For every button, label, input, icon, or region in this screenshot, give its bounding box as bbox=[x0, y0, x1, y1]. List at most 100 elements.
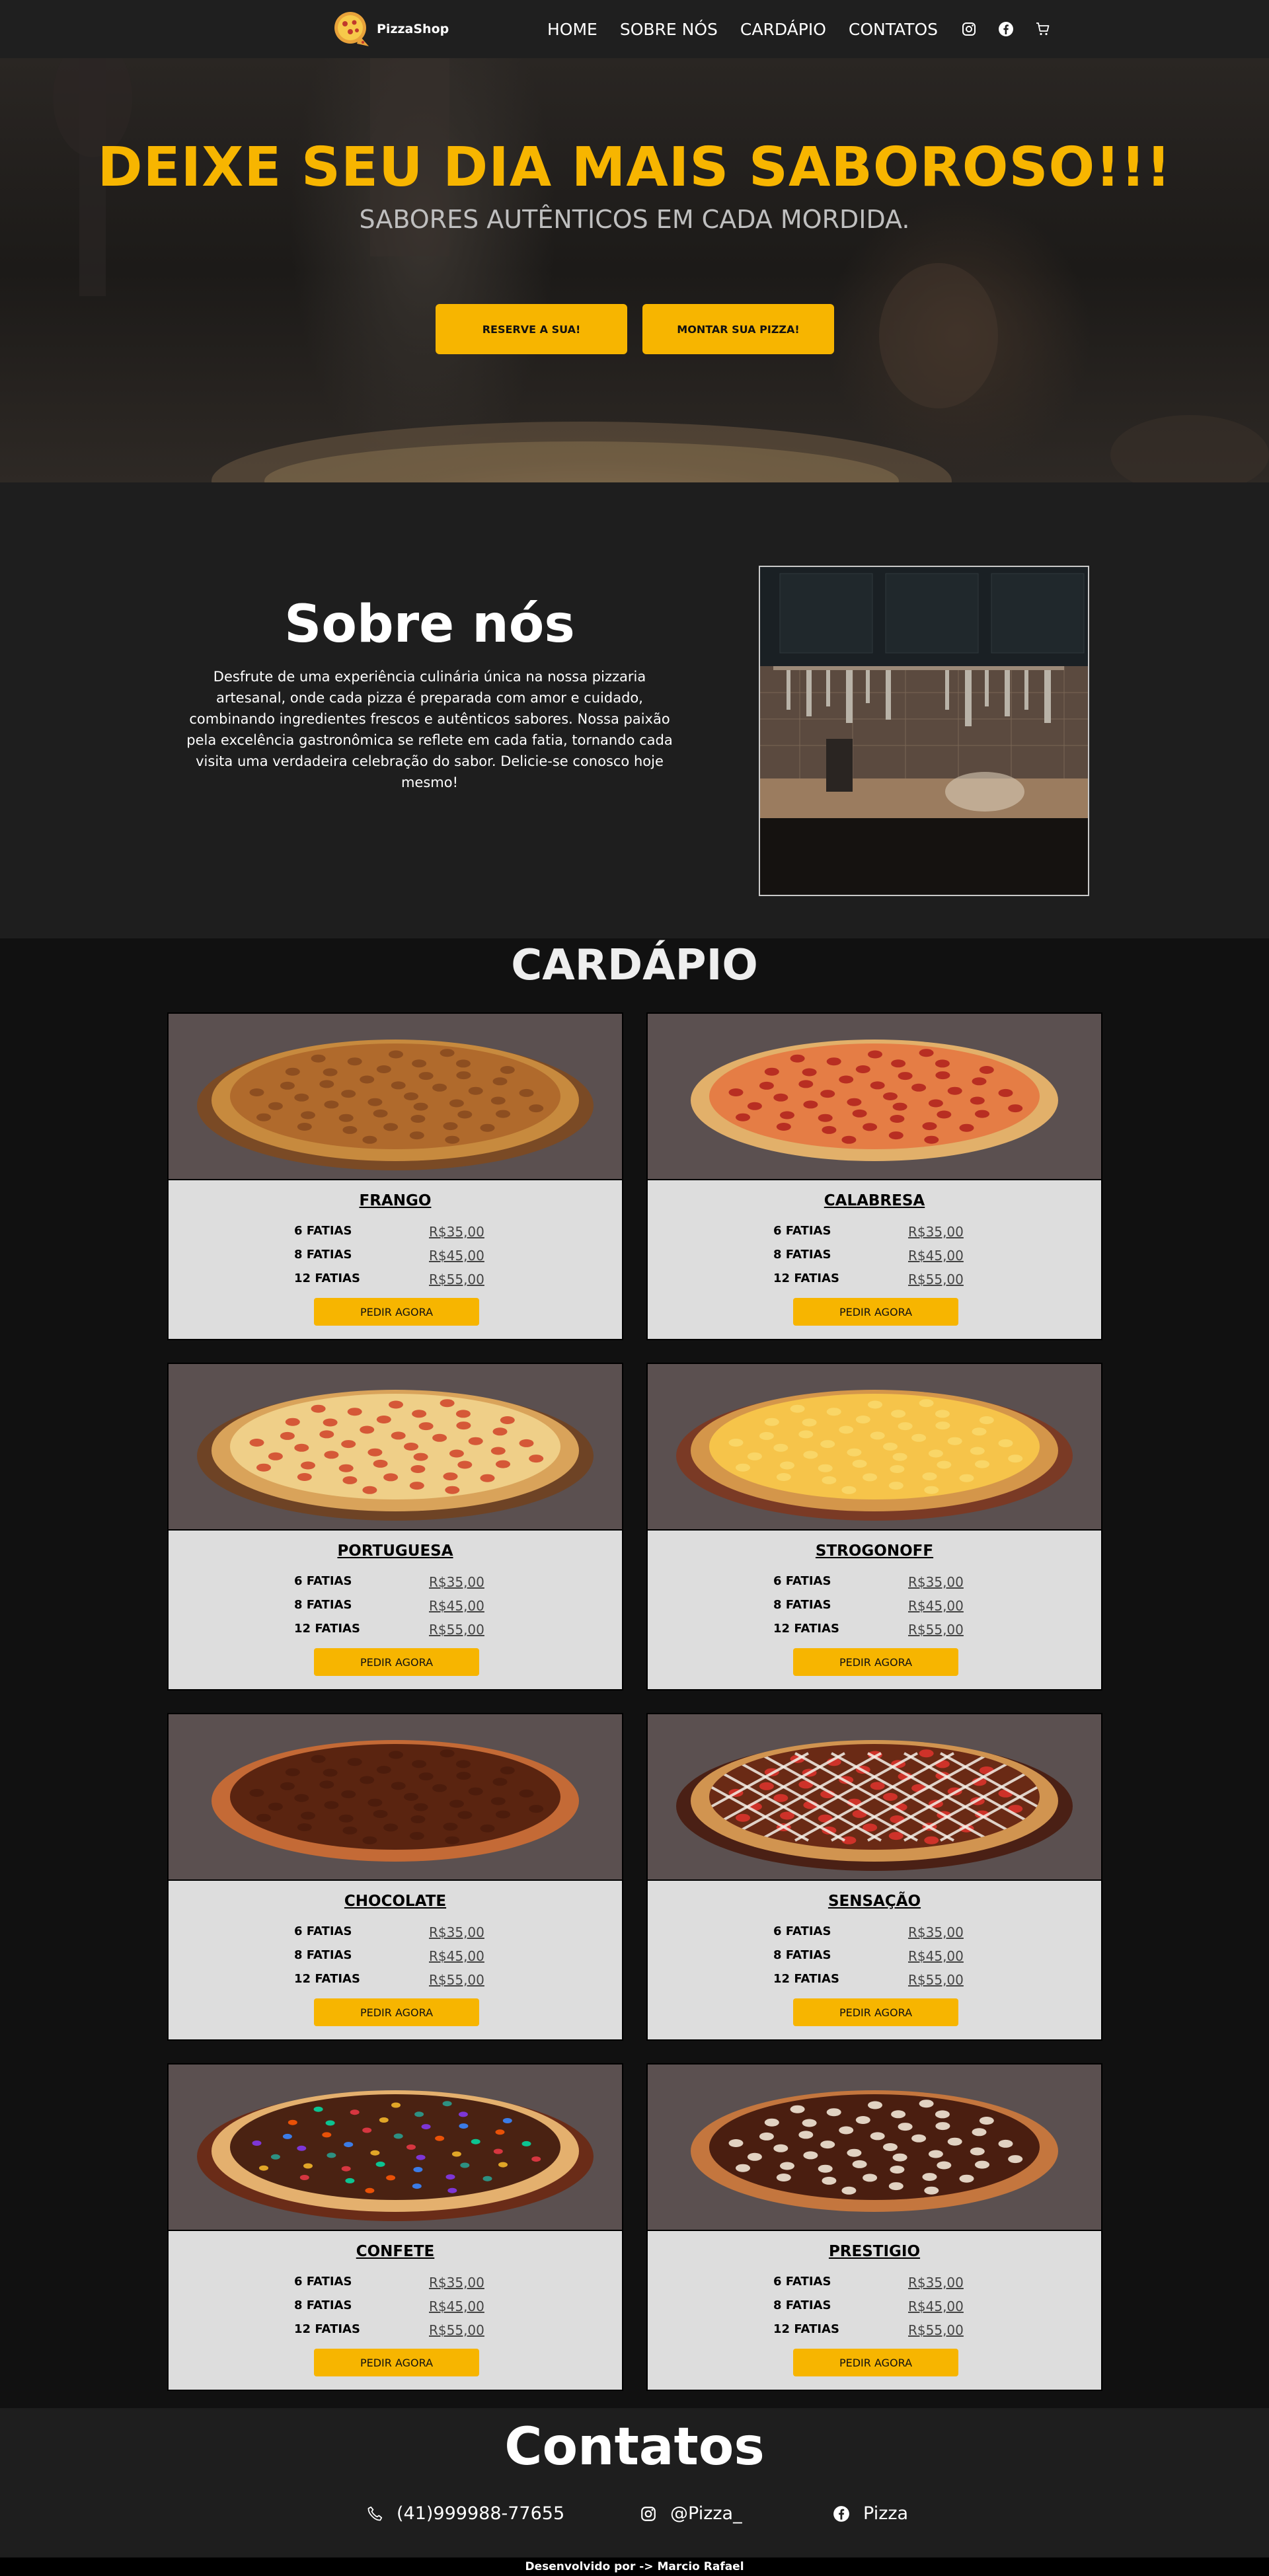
price-row: 6 FATIAS R$35,00 bbox=[294, 1224, 484, 1244]
slice-count: 12 FATIAS bbox=[773, 1271, 839, 1285]
slice-count: 6 FATIAS bbox=[294, 1924, 352, 1938]
slice-count: 8 FATIAS bbox=[773, 2298, 831, 2312]
price-value[interactable]: R$35,00 bbox=[908, 1574, 964, 1594]
pizza-image bbox=[648, 1364, 1101, 1531]
slice-count: 8 FATIAS bbox=[294, 2298, 352, 2312]
price-value[interactable]: R$45,00 bbox=[429, 2298, 484, 2318]
contact-instagram-text: @Pizza_ bbox=[670, 2503, 742, 2524]
phone-icon bbox=[365, 2504, 385, 2524]
order-button[interactable]: PEDIR AGORA bbox=[793, 1648, 958, 1676]
contact-section: Contatos (41)999988-77655 @Pizza_ Pizza bbox=[0, 2408, 1269, 2557]
brand[interactable]: PizzaShop bbox=[330, 9, 449, 49]
instagram-icon[interactable] bbox=[960, 20, 978, 38]
price-value[interactable]: R$35,00 bbox=[429, 1924, 484, 1944]
order-button[interactable]: PEDIR AGORA bbox=[793, 1998, 958, 2026]
contact-phone-text: (41)999988-77655 bbox=[397, 2503, 565, 2524]
menu-card: CONFETE 6 FATIAS R$35,00 8 FATIAS R$45,00 12 … bbox=[167, 2063, 623, 2391]
cart-icon[interactable] bbox=[1034, 20, 1052, 38]
contact-instagram[interactable]: @Pizza_ bbox=[638, 2503, 742, 2524]
price-value[interactable]: R$55,00 bbox=[908, 1271, 964, 1291]
price-value[interactable]: R$35,00 bbox=[429, 1574, 484, 1594]
price-value[interactable]: R$55,00 bbox=[429, 2322, 484, 2342]
price-value[interactable]: R$55,00 bbox=[908, 1972, 964, 1992]
nav-link-contacts[interactable]: CONTATOS bbox=[849, 20, 938, 39]
slice-count: 8 FATIAS bbox=[773, 1598, 831, 1612]
nav-link-menu[interactable]: CARDÁPIO bbox=[740, 20, 826, 39]
price-row: 6 FATIAS R$35,00 bbox=[773, 1574, 964, 1594]
price-value[interactable]: R$55,00 bbox=[429, 1622, 484, 1642]
brand-name: PizzaShop bbox=[377, 22, 449, 36]
order-button[interactable]: PEDIR AGORA bbox=[314, 2349, 479, 2376]
build-pizza-button[interactable]: MONTAR SUA PIZZA! bbox=[642, 304, 834, 354]
price-row: 8 FATIAS R$45,00 bbox=[773, 1598, 964, 1618]
price-value[interactable]: R$45,00 bbox=[908, 1598, 964, 1618]
price-value[interactable]: R$45,00 bbox=[429, 1248, 484, 1268]
slice-count: 6 FATIAS bbox=[294, 2275, 352, 2289]
contact-phone[interactable]: (41)999988-77655 bbox=[365, 2503, 564, 2524]
slice-count: 12 FATIAS bbox=[294, 1271, 360, 1285]
menu-card: STROGONOFF 6 FATIAS R$35,00 8 FATIAS R$45,00… bbox=[646, 1363, 1102, 1690]
price-row: 6 FATIAS R$35,00 bbox=[294, 2275, 484, 2294]
slice-count: 8 FATIAS bbox=[294, 1598, 352, 1612]
price-value[interactable]: R$45,00 bbox=[908, 1248, 964, 1268]
nav-links: HOME SOBRE NÓS CARDÁPIO CONTATOS bbox=[547, 0, 1071, 58]
price-value[interactable]: R$35,00 bbox=[429, 1224, 484, 1244]
facebook-icon[interactable] bbox=[997, 20, 1015, 38]
price-value[interactable]: R$55,00 bbox=[908, 2322, 964, 2342]
price-row: 12 FATIAS R$55,00 bbox=[773, 1271, 964, 1291]
price-row: 6 FATIAS R$35,00 bbox=[294, 1574, 484, 1594]
price-value[interactable]: R$45,00 bbox=[429, 1598, 484, 1618]
price-value[interactable]: R$35,00 bbox=[908, 1924, 964, 1944]
price-value[interactable]: R$45,00 bbox=[908, 2298, 964, 2318]
pizza-image bbox=[169, 1714, 622, 1881]
slice-count: 8 FATIAS bbox=[773, 1948, 831, 1962]
about-title: Sobre nós bbox=[284, 595, 575, 654]
menu-card: CALABRESA 6 FATIAS R$35,00 8 FATIAS R$45,00 1… bbox=[646, 1012, 1102, 1340]
price-value[interactable]: R$35,00 bbox=[908, 2275, 964, 2294]
nav-link-about[interactable]: SOBRE NÓS bbox=[620, 20, 718, 39]
price-row: 8 FATIAS R$45,00 bbox=[294, 1948, 484, 1968]
pizza-name: STROGONOFF bbox=[815, 1542, 934, 1560]
contact-title: Contatos bbox=[504, 2417, 765, 2477]
slice-count: 12 FATIAS bbox=[294, 1972, 360, 1986]
slice-count: 12 FATIAS bbox=[773, 1972, 839, 1986]
slice-count: 8 FATIAS bbox=[773, 1248, 831, 1262]
price-value[interactable]: R$45,00 bbox=[908, 1948, 964, 1968]
price-row: 12 FATIAS R$55,00 bbox=[773, 1622, 964, 1642]
price-value[interactable]: R$35,00 bbox=[908, 1224, 964, 1244]
nav-icons bbox=[960, 20, 1071, 38]
menu-card: FRANGO 6 FATIAS R$35,00 8 FATIAS R$45,00 12 F… bbox=[167, 1012, 623, 1340]
slice-count: 12 FATIAS bbox=[294, 1622, 360, 1636]
contact-facebook[interactable]: Pizza bbox=[831, 2503, 908, 2524]
order-button[interactable]: PEDIR AGORA bbox=[793, 2349, 958, 2376]
order-button[interactable]: PEDIR AGORA bbox=[314, 1298, 479, 1326]
nav-link-home[interactable]: HOME bbox=[547, 20, 597, 39]
menu-card: SENSAÇÃO 6 FATIAS R$35,00 8 FATIAS R$45,00 12… bbox=[646, 1713, 1102, 2041]
slice-count: 12 FATIAS bbox=[773, 1622, 839, 1636]
slice-count: 8 FATIAS bbox=[294, 1948, 352, 1962]
order-button[interactable]: PEDIR AGORA bbox=[314, 1648, 479, 1676]
order-button[interactable]: PEDIR AGORA bbox=[793, 1298, 958, 1326]
price-row: 6 FATIAS R$35,00 bbox=[773, 1924, 964, 1944]
price-value[interactable]: R$55,00 bbox=[429, 1271, 484, 1291]
price-value[interactable]: R$45,00 bbox=[429, 1948, 484, 1968]
price-row: 12 FATIAS R$55,00 bbox=[294, 1972, 484, 1992]
footer: Desenvolvido por -> Marcio Rafael bbox=[0, 2557, 1269, 2576]
price-value[interactable]: R$35,00 bbox=[429, 2275, 484, 2294]
price-row: 12 FATIAS R$55,00 bbox=[773, 1972, 964, 1992]
slice-count: 6 FATIAS bbox=[294, 1224, 352, 1238]
pizza-name: PRESTIGIO bbox=[828, 2243, 921, 2260]
price-value[interactable]: R$55,00 bbox=[908, 1622, 964, 1642]
reserve-button[interactable]: RESERVE A SUA! bbox=[436, 304, 627, 354]
order-button[interactable]: PEDIR AGORA bbox=[314, 1998, 479, 2026]
price-row: 12 FATIAS R$55,00 bbox=[294, 2322, 484, 2342]
slice-count: 6 FATIAS bbox=[773, 2275, 831, 2289]
menu-card: CHOCOLATE 6 FATIAS R$35,00 8 FATIAS R$45,00 1… bbox=[167, 1713, 623, 2041]
price-row: 8 FATIAS R$45,00 bbox=[773, 2298, 964, 2318]
about-section: Sobre nós Desfrute de uma experiência cu… bbox=[0, 482, 1269, 938]
price-row: 12 FATIAS R$55,00 bbox=[294, 1622, 484, 1642]
price-value[interactable]: R$55,00 bbox=[429, 1972, 484, 1992]
pizza-name: FRANGO bbox=[359, 1192, 432, 1209]
price-row: 6 FATIAS R$35,00 bbox=[773, 1224, 964, 1244]
price-row: 8 FATIAS R$45,00 bbox=[773, 1248, 964, 1268]
